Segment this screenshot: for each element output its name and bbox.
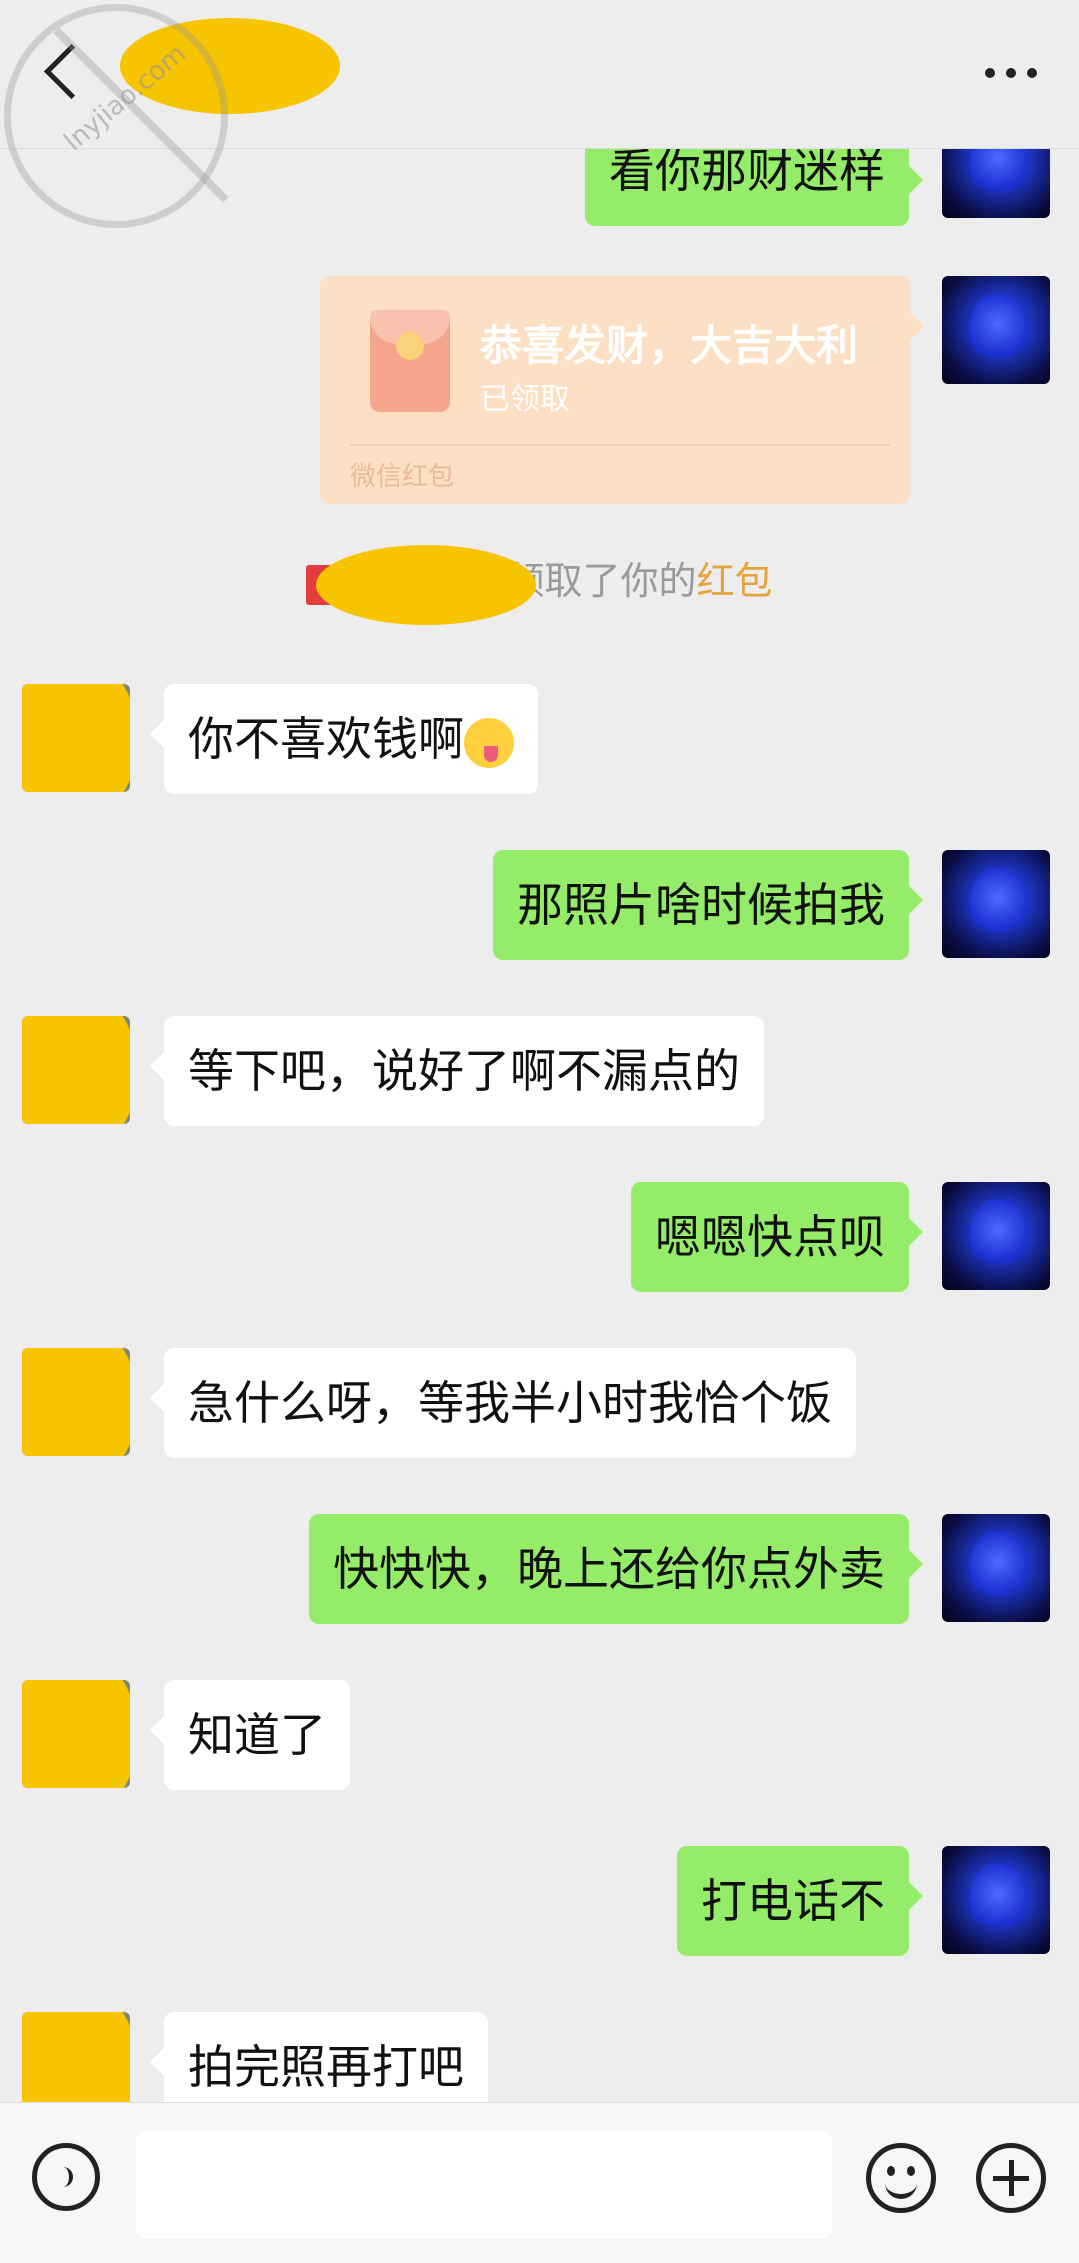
emoji-icon[interactable] (866, 2143, 936, 2213)
red-packet-brand: 微信红包 (350, 462, 455, 492)
redacted-name (306, 544, 537, 625)
message-bubble-me[interactable]: 嗯嗯快点呗 (631, 1182, 923, 1292)
contact-avatar[interactable] (22, 684, 130, 792)
my-avatar[interactable] (942, 1846, 1050, 1954)
red-packet-link[interactable]: 红包 (697, 559, 773, 603)
message-input[interactable] (136, 2131, 832, 2239)
red-packet-greeting: 恭喜发财，大吉大利 (480, 321, 859, 370)
message-bubble-them[interactable]: 知道了 (150, 1680, 350, 1790)
contact-avatar[interactable] (22, 1348, 130, 1456)
contact-avatar[interactable] (22, 1016, 130, 1124)
red-packet-card[interactable]: 恭喜发财，大吉大利 已领取 微信红包 (320, 276, 924, 504)
yum-emoji-icon (464, 717, 514, 768)
message-bubble-me[interactable]: 那照片啥时候拍我 (493, 850, 923, 960)
message-bubble-them[interactable]: 急什么呀，等我半小时我恰个饭 (150, 1348, 856, 1458)
input-bar (0, 2102, 1079, 2263)
my-avatar[interactable] (942, 1182, 1050, 1290)
watermark-logo: lnyjiao.com (4, 4, 229, 228)
more-options-icon[interactable] (985, 68, 1037, 78)
chat-area[interactable]: 看你那财迷样 恭喜发财，大吉大利 已领取 微信红包 领取了你的红包 你不喜欢钱啊… (0, 0, 1079, 2122)
message-bubble-me[interactable]: 打电话不 (677, 1846, 923, 1956)
message-bubble-them[interactable]: 你不喜欢钱啊 (150, 684, 538, 794)
contact-avatar[interactable] (22, 1680, 130, 1788)
my-avatar[interactable] (942, 276, 1050, 384)
message-bubble-me[interactable]: 快快快，晚上还给你点外卖 (309, 1514, 923, 1624)
system-message: 领取了你的红包 (0, 544, 1079, 625)
my-avatar[interactable] (942, 850, 1050, 958)
red-packet-icon (370, 310, 450, 412)
red-packet-status: 已领取 (480, 382, 570, 417)
message-text: 你不喜欢钱啊 (188, 712, 464, 766)
my-avatar[interactable] (942, 1514, 1050, 1622)
plus-icon[interactable] (976, 2143, 1046, 2213)
message-bubble-them[interactable]: 等下吧，说好了啊不漏点的 (150, 1016, 764, 1126)
voice-icon[interactable] (32, 2143, 100, 2211)
red-packet-divider (350, 444, 890, 446)
